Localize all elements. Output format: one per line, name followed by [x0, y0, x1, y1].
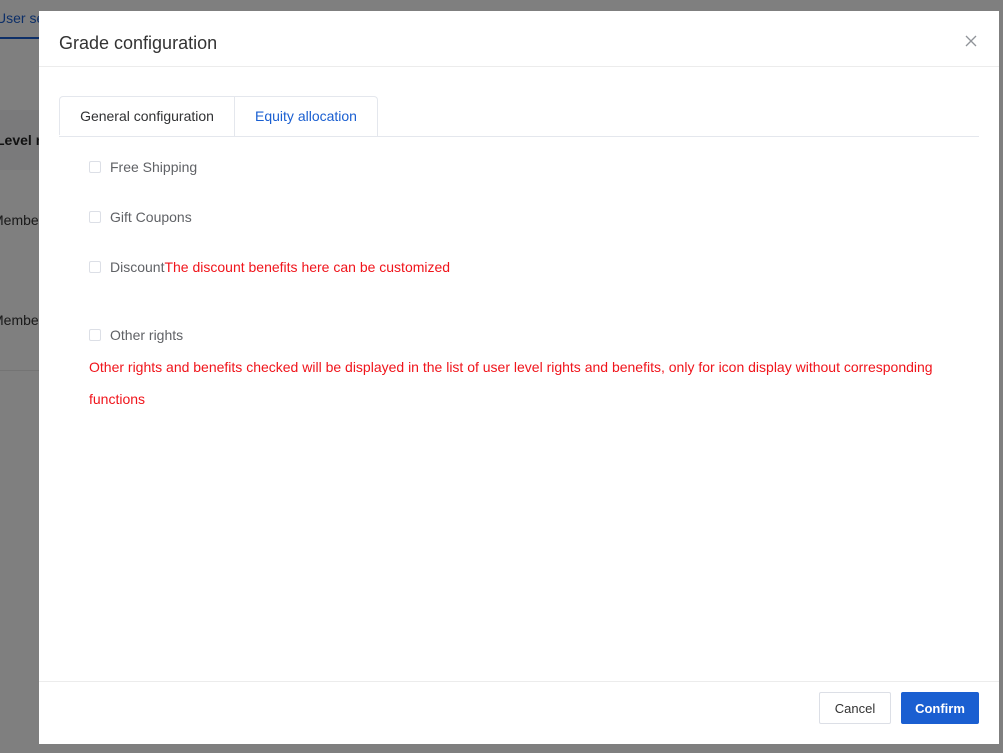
free-shipping-label: Free Shipping: [110, 159, 198, 175]
dialog-header: Grade configuration: [39, 11, 999, 67]
other-rights-label: Other rights: [110, 327, 184, 343]
dialog-title: Grade configuration: [59, 33, 218, 53]
option-gift-coupons[interactable]: Gift Coupons: [89, 207, 192, 227]
tab-equity-allocation[interactable]: Equity allocation: [234, 96, 378, 136]
option-discount[interactable]: Discount The discount benefits here can b…: [89, 257, 450, 277]
other-rights-hint: Other rights and benefits checked will b…: [89, 359, 933, 407]
free-shipping-checkbox[interactable]: [89, 161, 101, 173]
discount-hint: The discount benefits here can be custom…: [164, 259, 451, 275]
close-icon[interactable]: [963, 33, 979, 49]
option-other-rights[interactable]: Other rights: [89, 325, 183, 345]
cancel-button[interactable]: Cancel: [819, 692, 891, 724]
gift-coupons-label: Gift Coupons: [110, 209, 192, 225]
tab-bar: General configuration Equity allocation: [59, 96, 979, 137]
option-free-shipping[interactable]: Free Shipping: [89, 157, 197, 177]
gift-coupons-checkbox[interactable]: [89, 211, 101, 223]
discount-label: Discount: [110, 259, 165, 275]
discount-checkbox[interactable]: [89, 261, 101, 273]
other-rights-checkbox[interactable]: [89, 329, 101, 341]
dialog-footer: Cancel Confirm: [39, 681, 999, 745]
tab-general-configuration[interactable]: General configuration: [59, 96, 235, 135]
confirm-button[interactable]: Confirm: [901, 692, 979, 724]
grade-configuration-dialog: Grade configuration General configuratio…: [39, 11, 999, 744]
